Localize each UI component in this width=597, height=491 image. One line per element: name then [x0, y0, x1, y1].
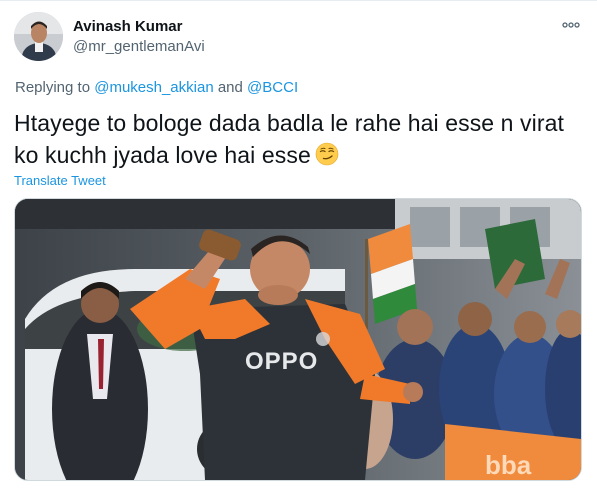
- media-video[interactable]: bba OPPO: [14, 198, 582, 481]
- tweet-card: Avinash Kumar @mr_gentlemanAvi Replying …: [0, 0, 597, 491]
- jersey-sponsor-text: OPPO: [245, 348, 318, 375]
- author-info: Avinash Kumar @mr_gentlemanAvi: [73, 17, 205, 57]
- username[interactable]: @mr_gentlemanAvi: [73, 37, 205, 57]
- tweet-text-line-2: ko kuchh jyada love hai esse: [14, 139, 574, 171]
- tweet-text-line: Htayege to bologe dada badla le rahe hai…: [14, 110, 565, 136]
- replying-to: Replying to @mukesh_akkian and @BCCI: [15, 78, 298, 98]
- replying-to-label: Replying to: [15, 79, 91, 96]
- mention-link[interactable]: @BCCI: [247, 79, 298, 96]
- banner-text: bba: [485, 450, 532, 480]
- tweet-text-line: ko kuchh jyada love hai esse: [14, 142, 311, 168]
- mention-link[interactable]: @mukesh_akkian: [94, 79, 213, 96]
- translate-tweet-link[interactable]: Translate Tweet: [14, 173, 106, 189]
- more-options-icon[interactable]: [561, 15, 581, 35]
- tweet-text: Htayege to bologe dada badla le rahe hai…: [14, 107, 574, 171]
- avatar[interactable]: [14, 12, 63, 61]
- display-name[interactable]: Avinash Kumar: [73, 17, 205, 37]
- replying-to-joiner: and: [217, 79, 243, 96]
- video-frame-image: bba OPPO: [15, 199, 581, 480]
- smirking-face-icon: [315, 142, 339, 166]
